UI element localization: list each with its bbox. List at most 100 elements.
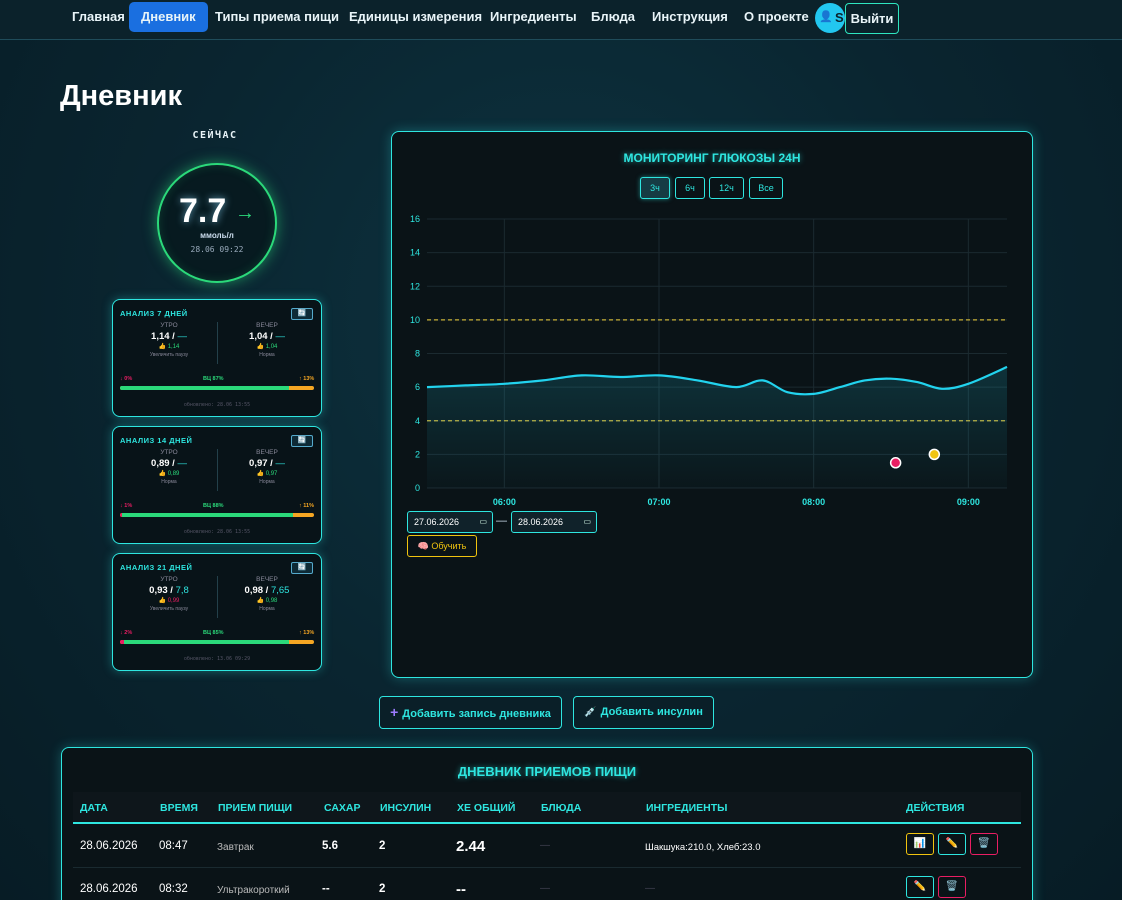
nav-diary[interactable]: Дневник [129, 2, 208, 32]
refresh-icon[interactable]: 🔄 [291, 308, 313, 320]
morning-ratio: 0,93 / 7,8 [121, 584, 217, 597]
glucose-line-chart: 0 2 4 6 8 10 12 14 16 06:00 07:00 08:00 09:00 [410, 214, 1008, 507]
delete-icon[interactable]: 🗑️ [970, 833, 998, 855]
nav-units[interactable]: Единицы измерения [337, 2, 494, 32]
morning-ratio-hi: — [177, 331, 187, 342]
table-row: 28.06.2026 08:32 Ультракороткий -- 2 -- … [73, 869, 1021, 900]
evening-label: ВЕЧЕР [256, 322, 278, 329]
x-tick-label: 08:00 [802, 497, 825, 507]
col-meal: ПРИЕМ ПИЩИ [218, 802, 293, 814]
cell-date: 28.06.2026 [80, 883, 138, 895]
delete-icon[interactable]: 🗑️ [938, 876, 966, 898]
analysis-updated: обновлено: 28.06 13:55 [183, 402, 251, 408]
nav-about[interactable]: О проекте [732, 2, 821, 32]
analysis-morning: УТРО 1,14 / — 👍 1,14 Увеличить паузу [121, 322, 217, 359]
calendar-icon[interactable]: ▭ [479, 512, 487, 532]
range-all-button[interactable]: Все [749, 177, 783, 199]
time-in-range-bar [120, 513, 314, 517]
in-range-percent: ВЦ 85% [203, 630, 224, 636]
cell-meal: Завтрак [217, 842, 254, 853]
evening-ratio-value: 1,04 / [249, 331, 276, 342]
nav-meal-types[interactable]: Типы приема пищи [203, 2, 351, 32]
edit-icon[interactable]: ✏️ [906, 876, 934, 898]
y-tick-label: 12 [410, 281, 420, 291]
high-percent: ↑ 13% [299, 376, 315, 382]
add-insulin-button[interactable]: 💉 Добавить инсулин [573, 696, 714, 729]
logout-button[interactable]: Выйти [845, 3, 899, 34]
morning-ratio-hi: 7,8 [175, 585, 189, 596]
x-tick-label: 07:00 [647, 497, 670, 507]
syringe-icon: 💉 [584, 707, 597, 718]
add-diary-entry-button[interactable]: + Добавить запись дневника [379, 696, 562, 729]
evening-ratio-value: 0,98 / [244, 585, 271, 596]
evening-advice-value: 👍 0,98 [256, 598, 278, 604]
cell-dishes: — [540, 840, 550, 851]
train-button[interactable]: 🧠 Обучить [407, 535, 477, 557]
evening-label: ВЕЧЕР [256, 576, 278, 583]
col-actions: ДЕЙСТВИЯ [906, 802, 965, 814]
analysis-card: АНАЛИЗ 7 ДНЕЙ 🔄 УТРО 1,14 / — 👍 1,14 Увеличит… [112, 299, 322, 417]
morning-advice-value: 👍 1,14 [158, 344, 180, 350]
cell-time: 08:47 [159, 840, 188, 852]
current-glucose-unit: ммоль/л [200, 231, 234, 240]
y-tick-label: 0 [415, 483, 420, 493]
col-dishes: БЛЮДА [541, 802, 582, 814]
top-nav: Главная Дневник Типы приема пищи Единицы… [0, 0, 1122, 40]
nav-dishes[interactable]: Блюда [579, 2, 647, 32]
add-diary-entry-label: Добавить запись дневника [402, 708, 551, 720]
edit-icon[interactable]: ✏️ [938, 833, 966, 855]
cell-time: 08:32 [159, 883, 188, 895]
analysis-card: АНАЛИЗ 14 ДНЕЙ 🔄 УТРО 0,89 / — 👍 0,89 Норма ВЕ… [112, 426, 322, 544]
cell-xe: 2.44 [456, 838, 486, 855]
y-tick-label: 2 [415, 449, 420, 459]
evening-label: ВЕЧЕР [256, 449, 278, 456]
morning-advice: Увеличить паузу [149, 352, 189, 358]
divider [217, 322, 218, 364]
plus-icon: + [390, 704, 399, 720]
add-insulin-label: Добавить инсулин [600, 706, 703, 718]
evening-advice: Норма [259, 479, 275, 485]
morning-label: УТРО [160, 449, 178, 456]
evening-ratio-hi: 7,65 [270, 585, 290, 596]
page-title: Дневник [60, 80, 182, 112]
morning-label: УТРО [160, 322, 178, 329]
date-to-input[interactable]: 28.06.2026 ▭ [511, 511, 597, 533]
in-range-percent: ВЦ 88% [203, 503, 224, 509]
high-percent: ↑ 13% [299, 630, 315, 636]
user-avatar[interactable]: 👤 S [815, 3, 845, 33]
range-3h-button[interactable]: 3ч [640, 177, 670, 199]
cell-date: 28.06.2026 [80, 840, 138, 852]
analysis-updated: обновлено: 28.06 13:55 [183, 529, 251, 535]
date-to-value: 28.06.2026 [518, 517, 564, 527]
time-in-range-bar [120, 386, 314, 390]
current-glucose-gauge: 7.7 → ммоль/л 28.06 09:22 [157, 163, 277, 283]
refresh-icon[interactable]: 🔄 [291, 435, 313, 447]
date-separator: — [496, 515, 507, 527]
evening-ratio: 0,97 / — [219, 457, 315, 470]
nav-instructions[interactable]: Инструкция [640, 2, 740, 32]
tir-in-range-segment [123, 640, 289, 644]
morning-advice-value: 👍 0,99 [158, 598, 180, 604]
cell-insulin: 2 [379, 840, 386, 852]
high-percent: ↑ 11% [299, 503, 314, 509]
x-tick-label: 06:00 [493, 497, 516, 507]
calendar-icon[interactable]: ▭ [583, 512, 591, 532]
analysis-card: АНАЛИЗ 21 ДНЕЙ 🔄 УТРО 0,93 / 7,8 👍 0,99 Увели… [112, 553, 322, 671]
col-ingredients: ИНГРЕДИЕНТЫ [646, 802, 728, 814]
divider [217, 449, 218, 491]
morning-ratio-value: 1,14 / [151, 331, 178, 342]
current-glucose-time: 28.06 09:22 [190, 245, 244, 254]
col-xe: ХЕ ОБЩИЙ [457, 802, 516, 814]
low-percent: ↓ 0% [120, 376, 133, 382]
cell-sugar: -- [322, 883, 330, 895]
refresh-icon[interactable]: 🔄 [291, 562, 313, 574]
analysis-evening: ВЕЧЕР 1,04 / — 👍 1,04 Норма [219, 322, 315, 359]
range-12h-button[interactable]: 12ч [709, 177, 744, 199]
nav-ingredients[interactable]: Ингредиенты [478, 2, 589, 32]
range-6h-button[interactable]: 6ч [675, 177, 705, 199]
chart-icon[interactable]: 📊 [906, 833, 934, 855]
date-from-input[interactable]: 27.06.2026 ▭ [407, 511, 493, 533]
evening-advice-value: 👍 1,04 [256, 344, 278, 350]
morning-ratio-value: 0,93 / [149, 585, 176, 596]
nav-home[interactable]: Главная [60, 2, 137, 32]
